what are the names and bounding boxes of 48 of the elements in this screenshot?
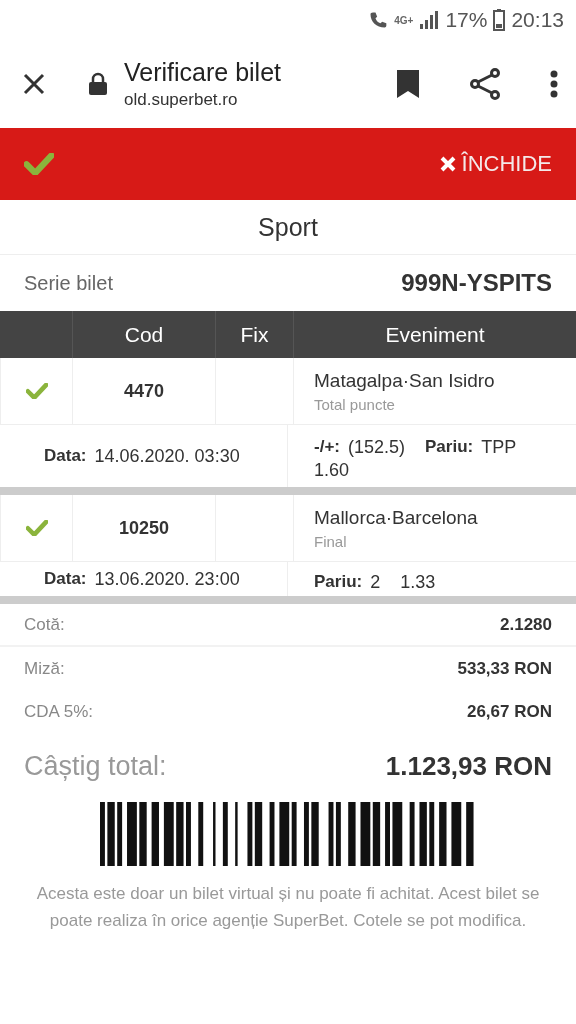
bet-label: -/+: <box>314 437 340 458</box>
summary-label: Miză: <box>24 658 65 679</box>
date-label: Data: <box>44 446 87 466</box>
summary-value: 2.1280 <box>500 614 552 635</box>
disclaimer-text: Acesta este doar un bilet virtual și nu poate fi achitat. Acest bilet se poate realiza în orice agenție SuperBet. Cotele se pot modifica. <box>35 883 541 932</box>
event-code: 10250 <box>72 495 215 561</box>
share-icon[interactable] <box>470 68 500 100</box>
clock-time: 20:13 <box>511 8 564 32</box>
bet-label: Pariu: <box>425 437 474 458</box>
page-title: Verificare bilet <box>124 58 283 87</box>
close-button[interactable]: ÎNCHIDE <box>439 151 552 177</box>
section-title: Sport <box>0 200 576 255</box>
battery-percent: 17% <box>445 8 488 32</box>
total-label: Câștig total: <box>24 751 167 782</box>
battery-icon <box>493 9 506 31</box>
column-header: Fix <box>215 311 293 358</box>
total-value: 1.123,93 RON <box>385 751 552 782</box>
serial-label: Serie bilet <box>24 271 113 295</box>
event-code: 4470 <box>72 358 215 424</box>
lock-icon <box>88 72 108 96</box>
page-url: old.superbet.ro <box>124 90 239 110</box>
more-icon[interactable] <box>550 70 558 98</box>
bet-value: 2 <box>370 571 381 593</box>
event-name: Matagalpa·San Isidro <box>314 369 496 392</box>
bet-value: TPP <box>481 437 517 458</box>
close-icon[interactable] <box>22 72 46 96</box>
event-market: Total puncte <box>314 395 396 413</box>
summary-label: Cotă: <box>24 614 65 635</box>
event-date: 13.06.2020. 23:00 <box>94 568 240 590</box>
bet-odds: 1.33 <box>400 571 436 593</box>
summary-value: 533,33 RON <box>457 658 552 679</box>
close-icon <box>439 156 456 172</box>
signal-icon <box>419 10 440 30</box>
bet-value: (152.5) <box>348 437 406 458</box>
bookmark-icon[interactable] <box>396 69 420 99</box>
bet-label: Pariu: <box>314 571 363 593</box>
date-label: Data: <box>44 569 87 589</box>
serial-number: 999N-YSPITS <box>401 269 552 297</box>
phone-icon <box>368 10 389 30</box>
bet-odds: 1.60 <box>314 460 350 481</box>
event-name: Mallorca·Barcelona <box>314 506 479 529</box>
column-header: Cod <box>72 311 215 358</box>
summary-label: CDA 5%: <box>24 701 93 722</box>
event-date: 14.06.2020. 03:30 <box>94 445 240 467</box>
column-header: Eveniment <box>293 311 576 358</box>
event-market: Final <box>314 532 348 550</box>
summary-value: 26,67 RON <box>466 701 552 722</box>
network-type: 4G+ <box>394 14 414 26</box>
